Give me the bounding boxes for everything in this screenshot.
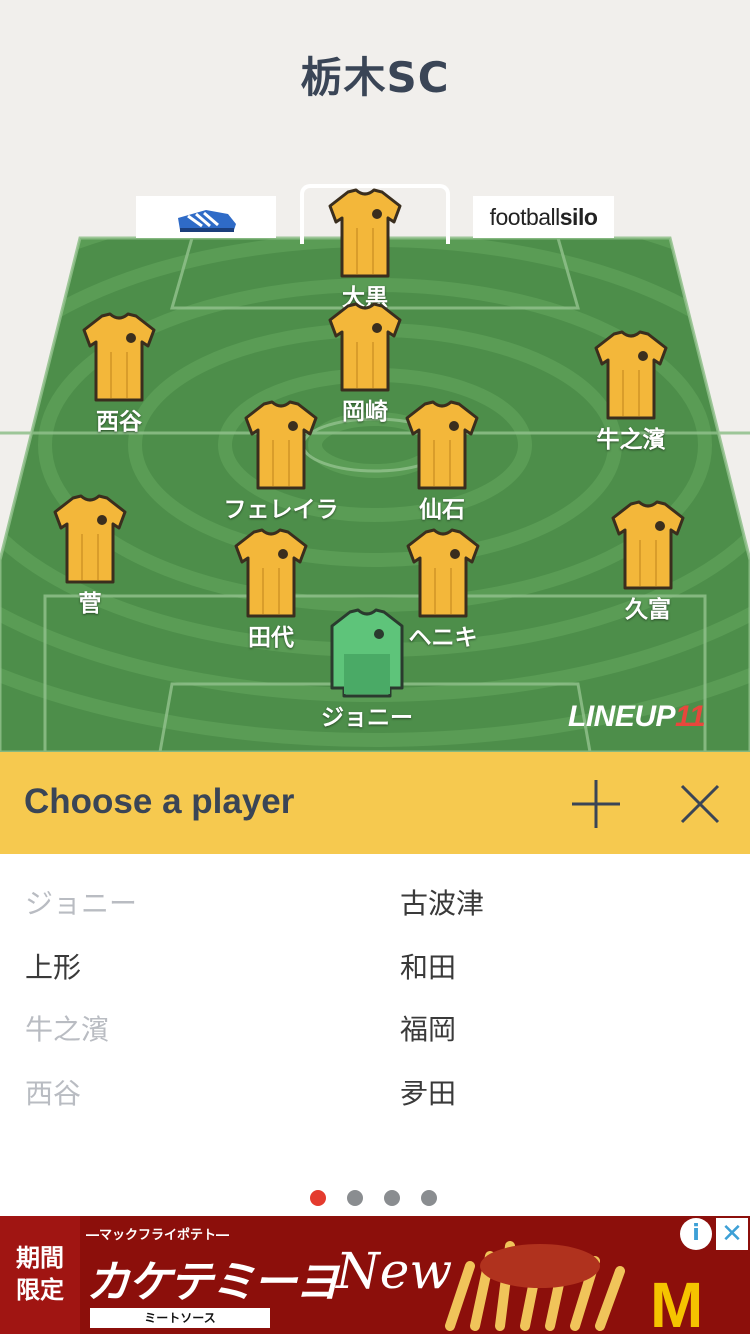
- list-item[interactable]: 夛田: [400, 1072, 456, 1112]
- plus-icon: [572, 780, 620, 828]
- player-slot-7[interactable]: 菅: [10, 494, 170, 618]
- jersey-icon: [406, 528, 480, 618]
- choose-player-title: Choose a player: [24, 782, 295, 821]
- player-name: フェレイラ: [223, 497, 339, 523]
- page-dot-2[interactable]: [347, 1190, 363, 1206]
- list-item[interactable]: 西谷: [25, 1072, 81, 1112]
- jersey-icon: [611, 500, 685, 590]
- football-boot-icon: [178, 210, 236, 232]
- fries-image: [445, 1241, 625, 1331]
- goalkeeper-jersey-icon: [330, 608, 404, 698]
- player-slot-4[interactable]: 牛之濱: [551, 330, 711, 454]
- player-slot-5[interactable]: フェレイラ: [201, 400, 361, 524]
- close-icon: [680, 784, 720, 824]
- sponsor-brand-regular: football: [489, 203, 561, 230]
- page-dot-1[interactable]: [310, 1190, 326, 1206]
- player-name: 久富: [625, 597, 671, 623]
- jersey-icon: [53, 494, 127, 584]
- page-dot-4[interactable]: [421, 1190, 437, 1206]
- ad-limited-label: 期間限定: [16, 1244, 64, 1304]
- sponsor-brand-bold: silo: [559, 203, 598, 230]
- player-slot-10[interactable]: 久富: [568, 500, 728, 624]
- list-item[interactable]: ジョニー: [25, 882, 137, 922]
- lineup11-logo: LINEUP11: [568, 700, 706, 734]
- player-slot-1[interactable]: 大黒: [285, 188, 445, 312]
- player-name: 牛之濱: [596, 427, 666, 453]
- list-item[interactable]: 和田: [400, 946, 456, 986]
- list-item[interactable]: 福岡: [400, 1008, 456, 1048]
- add-player-button[interactable]: [568, 776, 624, 832]
- ad-banner[interactable]: 期間限定 ―マックフライポテト― カケテミーヨ ミートソース New M i ✕: [0, 1216, 750, 1334]
- player-name: ジョニー: [321, 705, 413, 731]
- ad-headline: カケテミーヨ: [86, 1257, 339, 1308]
- player-slot-6[interactable]: 仙石: [362, 400, 522, 524]
- list-item[interactable]: 牛之濱: [25, 1008, 109, 1048]
- ad-product-name: ミートソース: [90, 1308, 270, 1328]
- player-name: 仙石: [419, 497, 465, 523]
- player-name: 西谷: [96, 409, 142, 435]
- ad-subtitle: ―マックフライポテト―: [86, 1228, 230, 1243]
- jersey-icon: [328, 188, 402, 278]
- player-slot-2[interactable]: 西谷: [39, 312, 199, 436]
- jersey-icon: [234, 528, 308, 618]
- page-dot-3[interactable]: [384, 1190, 400, 1206]
- info-icon[interactable]: i: [680, 1218, 712, 1250]
- sponsor-footballsilo[interactable]: footballsilo: [473, 196, 614, 238]
- player-name: 菅: [78, 591, 102, 617]
- sponsor-boot-banner[interactable]: [136, 196, 276, 238]
- jersey-icon: [328, 302, 402, 392]
- player-slot-goalkeeper[interactable]: ジョニー: [287, 608, 447, 732]
- jersey-icon: [244, 400, 318, 490]
- close-chooser-button[interactable]: [672, 776, 728, 832]
- lineup-number: 11: [675, 700, 706, 733]
- ad-close-icon[interactable]: ✕: [716, 1218, 748, 1250]
- list-item[interactable]: 古波津: [400, 882, 484, 922]
- player-list: ジョニー 上形 牛之濱 西谷 古波津 和田 福岡 夛田: [0, 854, 750, 1216]
- mcdonalds-logo: M: [650, 1269, 704, 1334]
- jersey-icon: [405, 400, 479, 490]
- list-item[interactable]: 上形: [25, 946, 81, 986]
- jersey-icon: [82, 312, 156, 402]
- jersey-icon: [594, 330, 668, 420]
- lineup-text: LINEUP: [568, 700, 676, 733]
- choose-player-bar: Choose a player: [0, 752, 750, 854]
